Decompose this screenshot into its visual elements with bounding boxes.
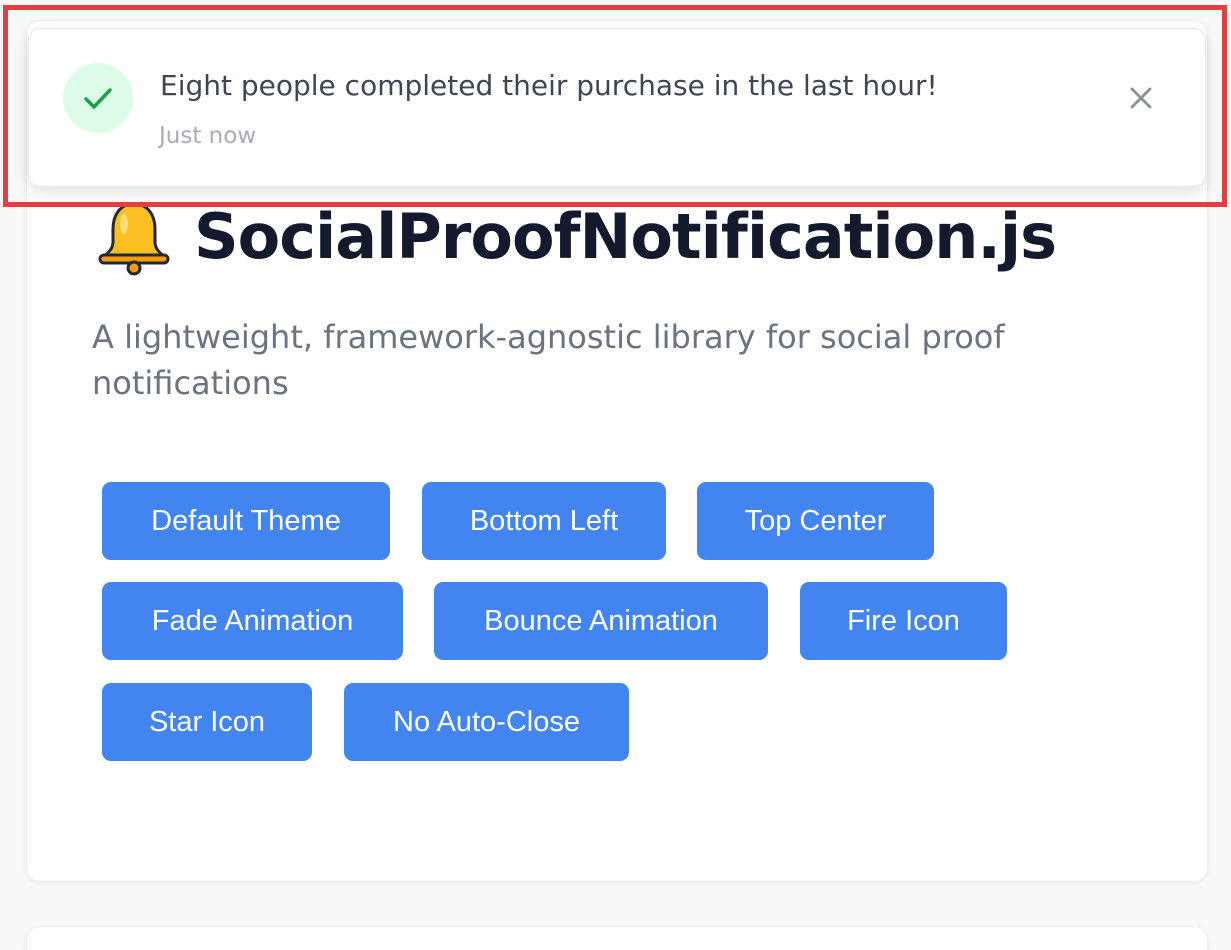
success-icon-badge [63,63,133,133]
title-row: SocialProofNotification.js [94,196,1057,276]
page-subtitle: A lightweight, framework-agnostic librar… [92,318,1005,402]
default-theme-button[interactable]: Default Theme [102,482,390,560]
bounce-animation-button[interactable]: Bounce Animation [434,582,768,660]
fire-icon-button[interactable]: Fire Icon [800,582,1007,660]
notification-time: Just now [159,123,257,149]
page: SocialProofNotification.js A lightweight… [0,0,1231,950]
notification-message: Eight people completed their purchase in… [160,69,938,102]
page-title: SocialProofNotification.js [194,199,1057,273]
top-center-button[interactable]: Top Center [697,482,934,560]
no-auto-close-button[interactable]: No Auto-Close [344,683,629,761]
fade-animation-button[interactable]: Fade Animation [102,582,403,660]
close-icon [1130,87,1152,109]
bell-icon [98,202,170,276]
bottom-left-button[interactable]: Bottom Left [422,482,666,560]
star-icon-button[interactable]: Star Icon [102,683,312,761]
secondary-card [26,926,1208,950]
check-icon [84,88,112,109]
notification-close-button[interactable] [1123,80,1159,116]
social-proof-notification[interactable]: Eight people completed their purchase in… [28,28,1206,187]
